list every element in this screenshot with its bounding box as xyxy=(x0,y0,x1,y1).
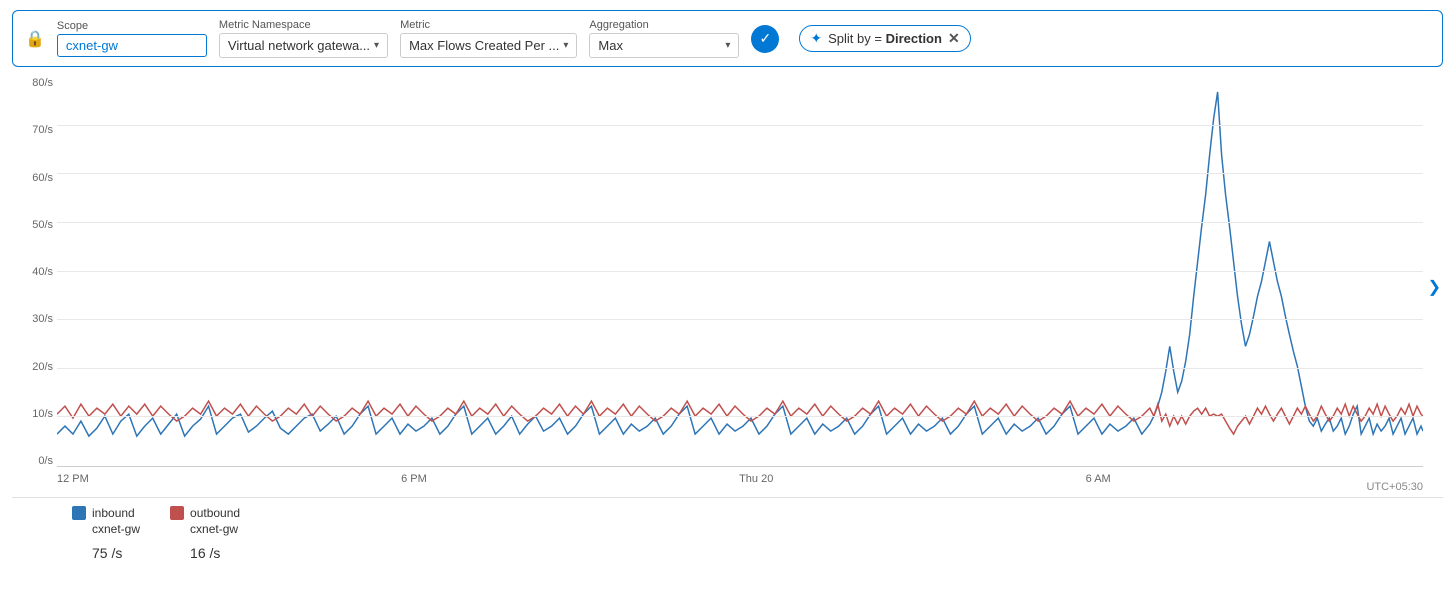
metric-group: Metric Max Flows Created Per ... ▾ xyxy=(400,19,577,58)
lock-icon: 🔒 xyxy=(25,29,45,49)
chart-area: 0/s 10/s 20/s 30/s 40/s 50/s 60/s 70/s 8… xyxy=(12,77,1443,497)
metric-dropdown[interactable]: Max Flows Created Per ... ▾ xyxy=(400,33,577,58)
grid-line-20 xyxy=(57,368,1423,369)
inbound-line xyxy=(57,92,1423,436)
grid-line-70 xyxy=(57,125,1423,126)
x-axis: 12 PM 6 PM Thu 20 6 AM xyxy=(57,469,1423,497)
aggregation-group: Aggregation Max ▾ xyxy=(589,19,739,58)
outbound-value: 16 /s xyxy=(170,538,240,564)
grid-line-30 xyxy=(57,319,1423,320)
aggregation-dropdown[interactable]: Max ▾ xyxy=(589,33,739,58)
x-label-thu20: Thu 20 xyxy=(739,473,773,485)
split-close-button[interactable]: ✕ xyxy=(948,30,960,47)
y-label-30: 30/s xyxy=(12,313,57,325)
grid-line-60 xyxy=(57,173,1423,174)
y-label-80: 80/s xyxy=(12,77,57,89)
outbound-line xyxy=(57,401,1423,434)
y-label-10: 10/s xyxy=(12,408,57,420)
aggregation-value: Max xyxy=(598,38,623,53)
legend-outbound-name-row: cxnet-gw xyxy=(170,522,240,536)
y-label-70: 70/s xyxy=(12,124,57,136)
utc-label: UTC+05:30 xyxy=(1366,481,1423,493)
split-by-label: Split by = Direction xyxy=(828,31,942,46)
legend-inbound-row: inbound xyxy=(72,506,140,520)
split-by-badge: ✦ Split by = Direction ✕ xyxy=(799,25,970,52)
grid-line-10 xyxy=(57,416,1423,417)
metric-namespace-dropdown[interactable]: Virtual network gatewa... ▾ xyxy=(219,33,388,58)
y-label-0: 0/s xyxy=(12,455,57,467)
legend-area: inbound cxnet-gw 75 /s outbound cxnet-gw… xyxy=(12,497,1443,572)
chevron-down-icon: ▾ xyxy=(725,40,730,51)
x-label-6pm: 6 PM xyxy=(401,473,427,485)
legend-item-outbound: outbound cxnet-gw 16 /s xyxy=(170,506,240,564)
inbound-number: 75 xyxy=(92,545,108,561)
y-axis: 0/s 10/s 20/s 30/s 40/s 50/s 60/s 70/s 8… xyxy=(12,77,57,467)
outbound-name-label: cxnet-gw xyxy=(170,522,238,536)
check-icon: ✓ xyxy=(760,30,772,47)
outbound-direction-label: outbound xyxy=(190,506,240,520)
toolbar: 🔒 Scope Metric Namespace Virtual network… xyxy=(12,10,1443,67)
grid-line-40 xyxy=(57,271,1423,272)
inbound-direction-label: inbound xyxy=(92,506,135,520)
y-label-20: 20/s xyxy=(12,361,57,373)
x-label-6am: 6 AM xyxy=(1086,473,1111,485)
y-label-40: 40/s xyxy=(12,266,57,278)
inbound-name-label: cxnet-gw xyxy=(72,522,140,536)
scope-group: Scope xyxy=(57,20,207,57)
legend-item-inbound: inbound cxnet-gw 75 /s xyxy=(72,506,140,564)
metric-label: Metric xyxy=(400,19,577,31)
legend-outbound-row: outbound xyxy=(170,506,240,520)
outbound-number: 16 xyxy=(190,545,206,561)
chevron-down-icon: ▾ xyxy=(374,40,379,51)
confirm-button[interactable]: ✓ xyxy=(751,25,779,53)
scope-label: Scope xyxy=(57,20,207,32)
x-label-12pm: 12 PM xyxy=(57,473,89,485)
chevron-down-icon: ▾ xyxy=(563,40,568,51)
split-by-value: Direction xyxy=(886,31,942,46)
chart-svg xyxy=(57,77,1423,466)
metric-value: Max Flows Created Per ... xyxy=(409,38,559,53)
inbound-color-swatch xyxy=(72,506,86,520)
right-arrow-button[interactable]: ❯ xyxy=(1428,277,1441,297)
y-label-60: 60/s xyxy=(12,172,57,184)
grid-line-50 xyxy=(57,222,1423,223)
aggregation-label: Aggregation xyxy=(589,19,739,31)
split-icon: ✦ xyxy=(810,30,822,47)
inbound-unit: /s xyxy=(108,545,123,561)
scope-input[interactable] xyxy=(57,34,207,57)
metric-namespace-value: Virtual network gatewa... xyxy=(228,38,370,53)
metric-namespace-group: Metric Namespace Virtual network gatewa.… xyxy=(219,19,388,58)
outbound-unit: /s xyxy=(206,545,221,561)
y-label-50: 50/s xyxy=(12,219,57,231)
inbound-value: 75 /s xyxy=(72,538,140,564)
outbound-color-swatch xyxy=(170,506,184,520)
chart-inner xyxy=(57,77,1423,467)
metric-namespace-label: Metric Namespace xyxy=(219,19,388,31)
legend-inbound-name-row: cxnet-gw xyxy=(72,522,140,536)
